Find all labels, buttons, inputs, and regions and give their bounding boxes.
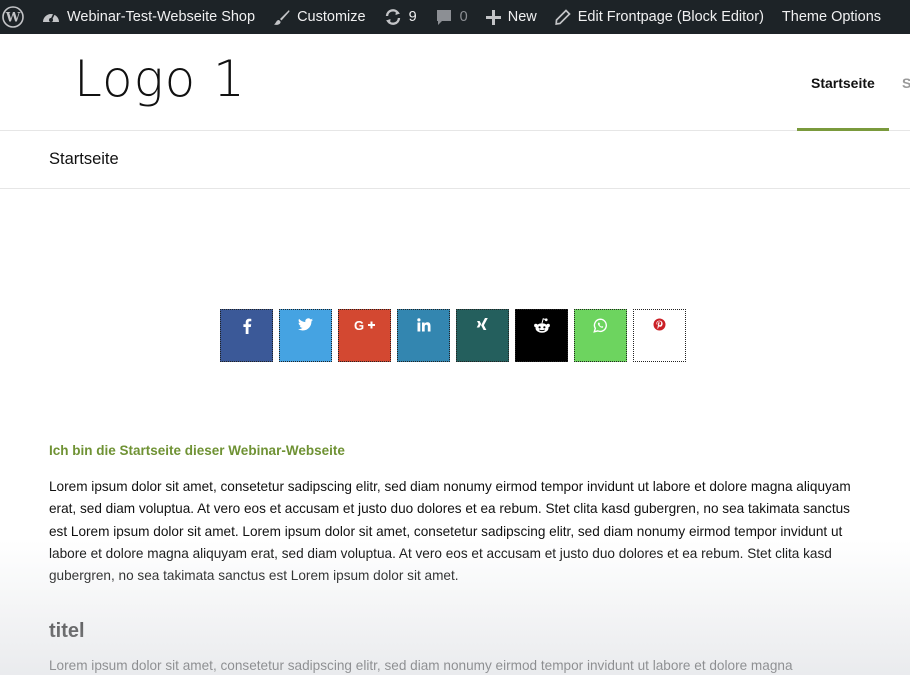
wordpress-menu[interactable]: W xyxy=(0,0,33,34)
nav-item-next[interactable]: S xyxy=(902,75,910,91)
nav-item-startseite[interactable]: Startseite xyxy=(811,75,875,91)
share-xing-button[interactable] xyxy=(456,309,509,362)
whatsapp-icon xyxy=(593,318,607,333)
site-header: Logo 1 Startseite S xyxy=(0,34,910,131)
dashboard-gauge-icon xyxy=(43,13,59,22)
paragraph-1: Lorem ipsum dolor sit amet, consetetur s… xyxy=(49,479,851,584)
linkedin-icon xyxy=(416,318,430,332)
social-share-bar: G xyxy=(220,309,686,362)
wp-admin-bar: W Webinar-Test-Webseite Shop Customize 9… xyxy=(0,0,910,34)
paragraph-2: Lorem ipsum dolor sit amet, consetetur s… xyxy=(49,658,793,674)
updates-link[interactable]: 9 xyxy=(375,0,426,34)
edit-frontpage-label: Edit Frontpage (Block Editor) xyxy=(577,9,764,25)
google-plus-icon: G xyxy=(354,318,375,332)
paintbrush-icon xyxy=(274,9,290,25)
page-title: Startseite xyxy=(49,150,119,168)
site-name: Webinar-Test-Webseite Shop xyxy=(67,9,256,25)
facebook-icon xyxy=(242,318,251,334)
share-twitter-button[interactable] xyxy=(279,309,332,362)
updates-refresh-icon xyxy=(385,9,400,25)
plus-icon xyxy=(485,9,501,25)
comments-link[interactable]: 0 xyxy=(426,0,477,34)
intro-heading: Ich bin die Startseite dieser Webinar-We… xyxy=(49,443,345,458)
svg-text:W: W xyxy=(5,11,21,26)
site-name-menu[interactable]: Webinar-Test-Webseite Shop xyxy=(33,0,264,34)
share-pinterest-button[interactable] xyxy=(633,309,686,362)
svg-text:G: G xyxy=(354,318,364,332)
customize-link[interactable]: Customize xyxy=(264,0,375,34)
new-content-menu[interactable]: New xyxy=(477,0,546,34)
customize-label: Customize xyxy=(297,9,366,25)
pencil-icon xyxy=(555,9,571,25)
xing-icon xyxy=(476,318,488,330)
reddit-icon xyxy=(533,318,550,333)
share-google-plus-button[interactable]: G xyxy=(338,309,391,362)
share-linkedin-button[interactable] xyxy=(397,309,450,362)
comments-count: 0 xyxy=(459,9,468,25)
updates-count: 9 xyxy=(408,9,417,25)
share-whatsapp-button[interactable] xyxy=(574,309,627,362)
page-content: Ich bin die Startseite dieser Webinar-We… xyxy=(49,443,859,675)
comment-bubble-icon xyxy=(436,9,451,25)
theme-options-label: Theme Options xyxy=(781,9,882,25)
section-heading: titel xyxy=(49,620,85,643)
share-facebook-button[interactable] xyxy=(220,309,273,362)
edit-frontpage-link[interactable]: Edit Frontpage (Block Editor) xyxy=(546,0,773,34)
twitter-icon xyxy=(298,318,313,331)
page-title-bar: Startseite xyxy=(0,131,910,189)
new-label: New xyxy=(507,9,537,25)
pinterest-icon xyxy=(653,318,666,331)
site-logo[interactable]: Logo 1 xyxy=(74,50,246,108)
share-reddit-button[interactable] xyxy=(515,309,568,362)
theme-options-link[interactable]: Theme Options xyxy=(773,0,890,34)
wordpress-logo-icon: W xyxy=(2,6,24,28)
